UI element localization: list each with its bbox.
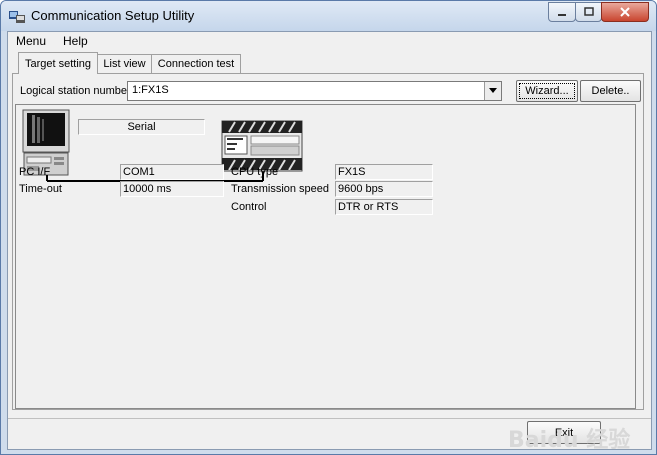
bottom-divider	[8, 418, 651, 419]
serial-link-label: Serial	[78, 119, 205, 135]
chevron-down-icon	[489, 88, 497, 93]
delete-button[interactable]: Delete..	[580, 80, 641, 102]
dropdown-button[interactable]	[484, 82, 501, 100]
window-title: Communication Setup Utility	[31, 8, 195, 23]
minimize-button[interactable]	[548, 2, 576, 22]
close-button[interactable]	[601, 2, 649, 22]
wizard-button[interactable]: Wizard...	[516, 80, 578, 102]
station-value: 1:FX1S	[132, 84, 169, 96]
tab-connection-test[interactable]: Connection test	[151, 54, 241, 73]
timeout-value: 10000 ms	[120, 181, 224, 197]
maximize-button[interactable]	[575, 2, 602, 22]
app-icon	[9, 11, 25, 23]
control-value: DTR or RTS	[335, 199, 433, 215]
maximize-icon	[583, 7, 594, 16]
serial-cable-line	[46, 171, 264, 182]
target-setting-panel: Logical station number 1:FX1S Wizard... …	[12, 73, 644, 410]
cpu-type-value: FX1S	[335, 164, 433, 180]
menu-bar: Menu Help	[8, 32, 651, 50]
plc-icon	[221, 120, 303, 172]
transmission-speed-value: 9600 bps	[335, 181, 433, 197]
connection-diagram: Serial PC I/F COM1 Time-out 10000 ms CPU…	[15, 104, 636, 409]
tab-target-setting[interactable]: Target setting	[18, 52, 98, 74]
station-combobox[interactable]: 1:FX1S	[127, 81, 502, 101]
control-label: Control	[231, 201, 267, 213]
app-window: Communication Setup Utility Menu Help Ta…	[0, 0, 657, 455]
title-bar[interactable]: Communication Setup Utility	[1, 1, 656, 31]
pc-if-label: PC I/F	[19, 166, 51, 178]
watermark-text: Baidu 经验	[508, 428, 631, 453]
minimize-icon	[558, 14, 566, 16]
timeout-label: Time-out	[19, 183, 62, 195]
menu-item-menu[interactable]: Menu	[16, 34, 46, 48]
menu-item-help[interactable]: Help	[63, 34, 88, 48]
tab-list-view[interactable]: List view	[97, 54, 152, 73]
pc-if-value: COM1	[120, 164, 224, 180]
station-label: Logical station number	[20, 85, 131, 97]
client-area: Menu Help Target setting List view Conne…	[7, 31, 652, 453]
transmission-speed-label: Transmission speed	[231, 183, 330, 195]
close-icon	[620, 7, 630, 17]
cpu-type-label: CPU type	[231, 166, 279, 178]
